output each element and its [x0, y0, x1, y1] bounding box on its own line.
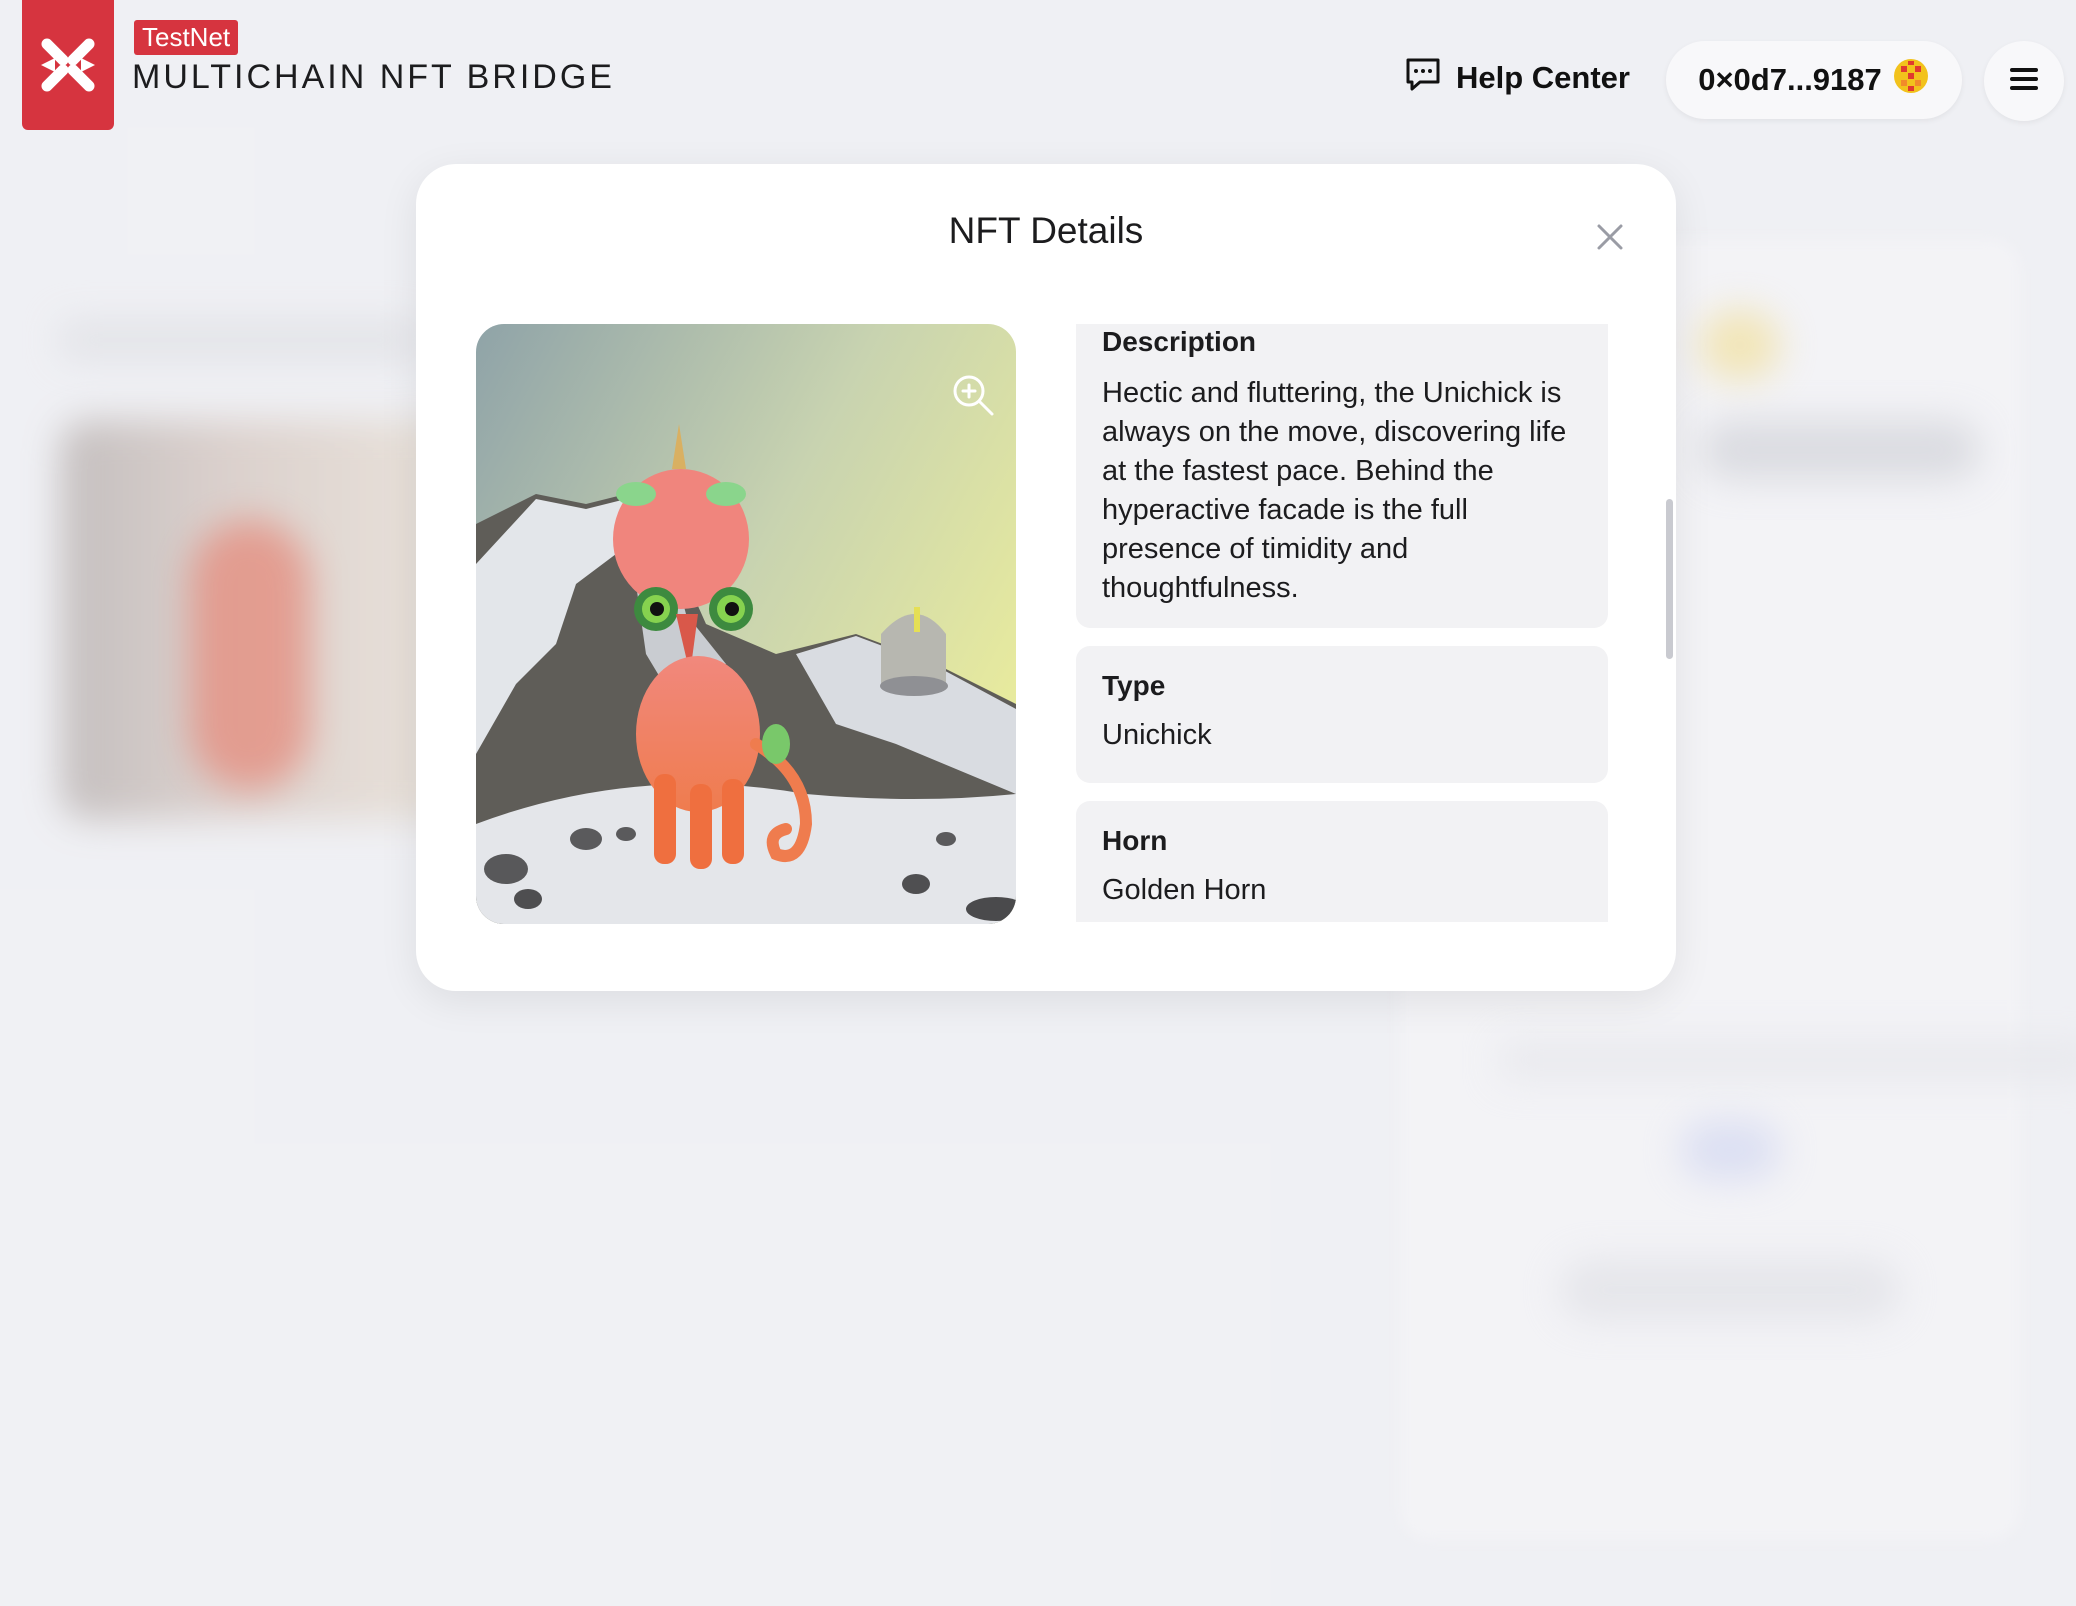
- menu-button[interactable]: [1984, 41, 2064, 121]
- close-icon: [1596, 223, 1624, 256]
- attributes-scrollbar[interactable]: [1666, 499, 1673, 659]
- wallet-button[interactable]: 0×0d7...9187: [1666, 41, 1962, 119]
- attribute-label: Horn: [1102, 825, 1168, 856]
- modal-title: NFT Details: [948, 210, 1144, 251]
- nft-details-modal: NFT Details Description Hectic and flutt…: [416, 164, 1676, 991]
- nft-attributes-list[interactable]: Description Hectic and fluttering, the U…: [1076, 324, 1608, 922]
- attribute-value: Unichick: [1102, 719, 1212, 751]
- attribute-card-type: Type Unichick: [1076, 646, 1608, 783]
- attribute-card-horn: Horn Golden Horn: [1076, 801, 1608, 922]
- app-title: MULTICHAIN NFT BRIDGE: [132, 58, 615, 96]
- wallet-address: 0×0d7...9187: [1698, 62, 1882, 97]
- attribute-label: Type: [1102, 670, 1166, 701]
- avatar-icon: [1892, 57, 1930, 103]
- help-center-link[interactable]: Help Center: [1404, 56, 1630, 100]
- zoom-in-icon[interactable]: [950, 372, 996, 418]
- attribute-value: Golden Horn: [1102, 874, 1267, 906]
- attribute-label: Description: [1102, 326, 1257, 357]
- top-header: TestNet MULTICHAIN NFT BRIDGE Help Cente…: [0, 0, 2076, 160]
- testnet-badge: TestNet: [134, 20, 239, 55]
- close-button[interactable]: [1588, 217, 1632, 261]
- chat-bubble-icon: [1404, 56, 1442, 100]
- help-center-label: Help Center: [1456, 60, 1630, 95]
- attribute-card-description: Description Hectic and fluttering, the U…: [1076, 324, 1608, 628]
- nft-image[interactable]: [476, 324, 1016, 924]
- hamburger-menu-icon: [2010, 67, 2038, 96]
- attribute-value: Hectic and fluttering, the Unichick is a…: [1102, 377, 1567, 604]
- xp-logo-icon[interactable]: [22, 0, 114, 130]
